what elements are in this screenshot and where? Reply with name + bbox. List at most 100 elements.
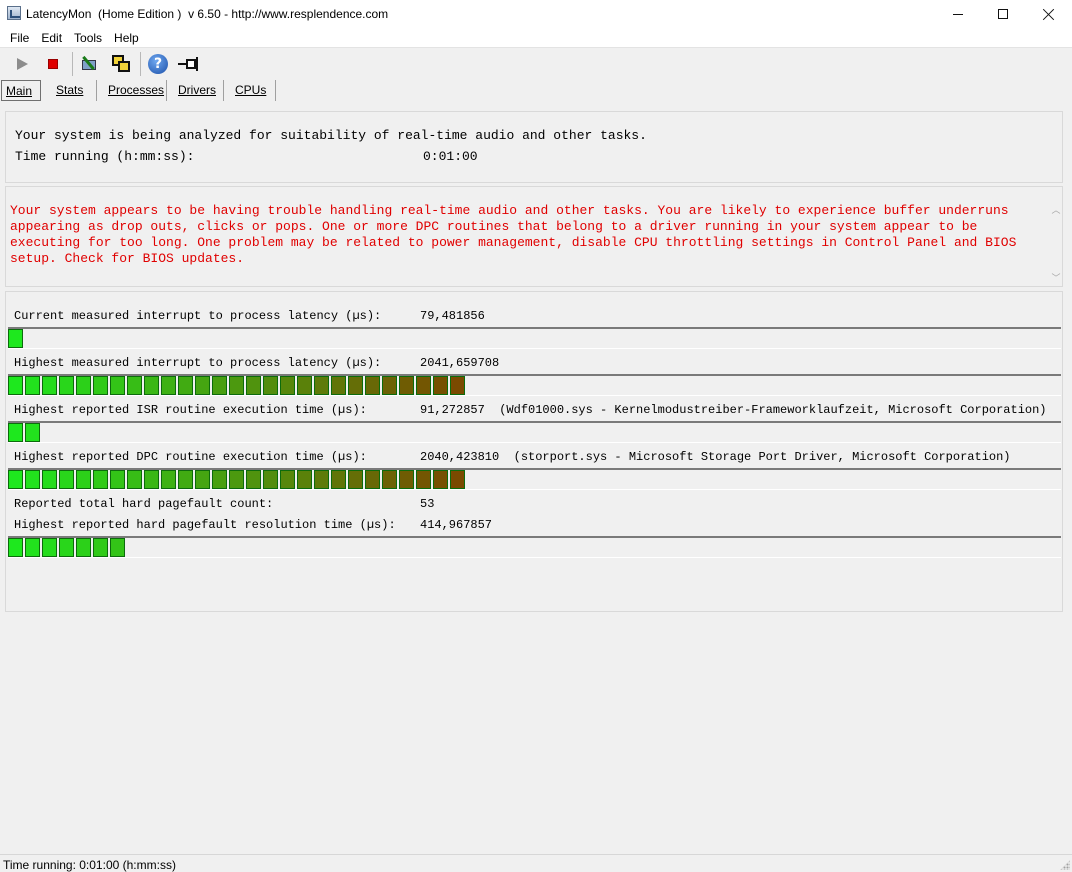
tab-stats[interactable]: Stats — [41, 80, 97, 101]
bar-segment — [246, 470, 261, 489]
bar-segment — [178, 470, 193, 489]
menu-help[interactable]: Help — [108, 28, 145, 48]
maximize-button[interactable] — [980, 0, 1026, 28]
bar-segment — [229, 376, 244, 395]
bar-segment — [110, 470, 125, 489]
bar-segment — [93, 376, 108, 395]
latency-bar-current — [8, 327, 1061, 349]
bar-segment — [229, 470, 244, 489]
bar-segment — [263, 376, 278, 395]
tab-cpus[interactable]: CPUs — [224, 80, 276, 101]
menu-tools[interactable]: Tools — [68, 28, 108, 48]
bar-segment — [8, 423, 23, 442]
bar-segment — [331, 376, 346, 395]
pagefault-bar — [8, 536, 1061, 558]
bar-segment — [93, 470, 108, 489]
bar-segment — [280, 376, 295, 395]
close-button[interactable] — [1026, 0, 1072, 28]
bar-segment — [195, 376, 210, 395]
metric-label: Highest reported hard pagefault resoluti… — [14, 518, 396, 532]
bar-segment — [348, 470, 363, 489]
toolbar-separator — [140, 52, 141, 76]
toolbar: ? — [0, 49, 1072, 79]
bar-segment — [25, 376, 40, 395]
help-icon: ? — [148, 54, 168, 74]
metric-label: Highest measured interrupt to process la… — [14, 356, 382, 370]
title-bar: LatencyMon (Home Edition ) v 6.50 - http… — [0, 0, 1072, 28]
bar-segment — [161, 470, 176, 489]
bar-segment — [42, 470, 57, 489]
bar-segment — [416, 470, 431, 489]
help-button[interactable]: ? — [144, 51, 172, 77]
time-running-value: 0:01:00 — [423, 149, 478, 164]
windows-icon — [112, 55, 130, 73]
scroll-down-arrow-icon[interactable]: ﹀ — [1051, 273, 1061, 283]
metrics-panel: Current measured interrupt to process la… — [5, 291, 1063, 612]
bar-segment — [365, 470, 380, 489]
analysis-message: Your system is being analyzed for suitab… — [15, 128, 647, 143]
windows-button[interactable] — [107, 51, 135, 77]
bar-segment — [399, 376, 414, 395]
tab-processes[interactable]: Processes — [97, 80, 167, 101]
bar-segment — [42, 376, 57, 395]
bar-segment — [314, 376, 329, 395]
bar-segment — [59, 538, 74, 557]
bar-segment — [314, 470, 329, 489]
stop-button[interactable] — [39, 51, 67, 77]
bar-segment — [195, 470, 210, 489]
metric-value: 79,481856 — [420, 309, 485, 323]
stop-icon — [48, 59, 58, 69]
status-bar: Time running: 0:01:00 (h:mm:ss) — [0, 854, 1072, 872]
bar-segment — [8, 538, 23, 557]
bar-segment — [450, 470, 465, 489]
bar-segment — [348, 376, 363, 395]
bar-segment — [110, 538, 125, 557]
tools-icon — [81, 55, 99, 73]
bar-segment — [59, 376, 74, 395]
bar-segment — [297, 470, 312, 489]
minimize-icon — [953, 13, 963, 15]
bar-segment — [178, 376, 193, 395]
bar-segment — [280, 470, 295, 489]
metric-label: Highest reported DPC routine execution t… — [14, 450, 367, 464]
menu-edit[interactable]: Edit — [35, 28, 68, 48]
status-bar-text: Time running: 0:01:00 (h:mm:ss) — [3, 858, 176, 872]
bar-segment — [212, 376, 227, 395]
bar-segment — [433, 470, 448, 489]
minimize-button[interactable] — [935, 0, 981, 28]
tab-drivers[interactable]: Drivers — [167, 80, 224, 101]
bar-segment — [127, 376, 142, 395]
play-icon — [16, 58, 28, 70]
resize-grip-icon[interactable] — [1060, 860, 1070, 870]
metric-value: 53 — [420, 497, 435, 511]
bar-segment — [246, 376, 261, 395]
app-icon — [7, 6, 21, 20]
menu-file[interactable]: File — [4, 28, 35, 48]
bar-segment — [8, 376, 23, 395]
tools-button[interactable] — [76, 51, 104, 77]
bar-segment — [382, 470, 397, 489]
analysis-status-panel: Your system is being analyzed for suitab… — [5, 111, 1063, 183]
toolbar-separator — [72, 52, 73, 76]
bar-segment — [144, 376, 159, 395]
latency-bar-highest — [8, 374, 1061, 396]
bar-segment — [8, 329, 23, 348]
bar-segment — [297, 376, 312, 395]
pin-button[interactable] — [175, 51, 203, 77]
pin-icon — [178, 57, 200, 71]
bar-segment — [399, 470, 414, 489]
tab-main[interactable]: Main — [1, 80, 41, 101]
metric-value: 414,967857 — [420, 518, 493, 532]
bar-segment — [382, 376, 397, 395]
bar-segment — [127, 470, 142, 489]
warning-message: Your system appears to be having trouble… — [10, 203, 1017, 266]
scroll-up-arrow-icon[interactable]: ︿ — [1051, 205, 1061, 215]
metric-value: 2040,423810 (storport.sys - Microsoft St… — [420, 450, 1011, 464]
bar-segment — [416, 376, 431, 395]
bar-segment — [365, 376, 380, 395]
bar-segment — [42, 538, 57, 557]
bar-segment — [144, 470, 159, 489]
start-button[interactable] — [8, 51, 36, 77]
metric-label: Highest reported ISR routine execution t… — [14, 403, 367, 417]
menu-bar: File Edit Tools Help — [0, 28, 1072, 48]
